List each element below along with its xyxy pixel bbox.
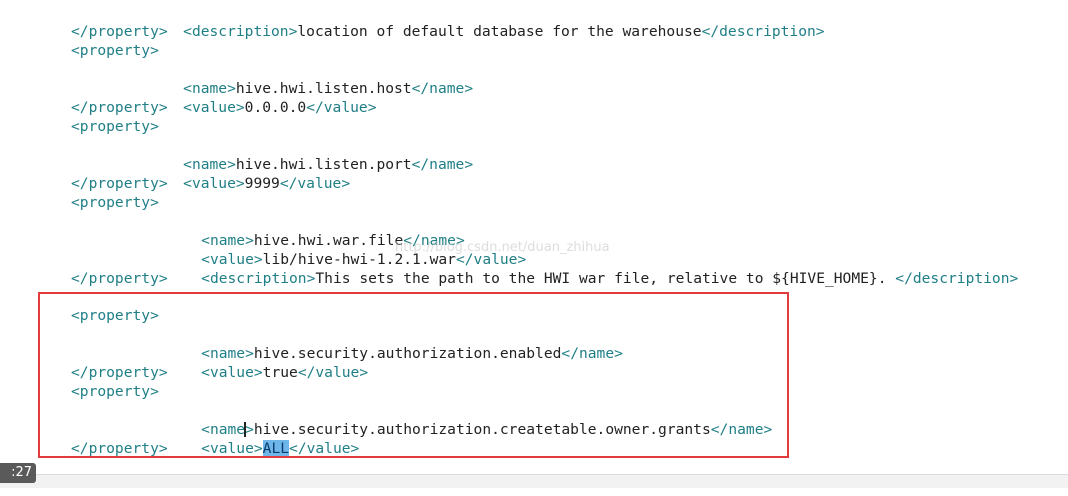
code-line: <property> [71,118,159,135]
video-seek-bar[interactable] [0,474,1068,488]
code-editor[interactable]: <description>location of default databas… [0,0,1068,474]
code-line: </property> [71,175,168,192]
code-line: </property> [71,23,168,40]
code-line: <property> [71,194,159,211]
code-line: <name>hive.hwi.listen.port</name> [183,156,474,173]
code-line: <description>location of default databas… [183,23,825,40]
code-line: <property> [71,42,159,59]
code-line: </property> [71,270,168,287]
code-line: <value>9999</value> [183,175,351,192]
code-line: <value>0.0.0.0</value> [183,99,377,116]
code-line: <name>hive.hwi.listen.host</name> [183,80,474,97]
code-line: </property> [71,99,168,116]
code-line: <name>hive.hwi.war.file</name> [201,232,465,249]
highlight-annotation-box [38,292,789,458]
watermark: http://blog.csdn.net/duan_zhihua [395,240,610,255]
video-time-badge: :27 [0,463,36,483]
